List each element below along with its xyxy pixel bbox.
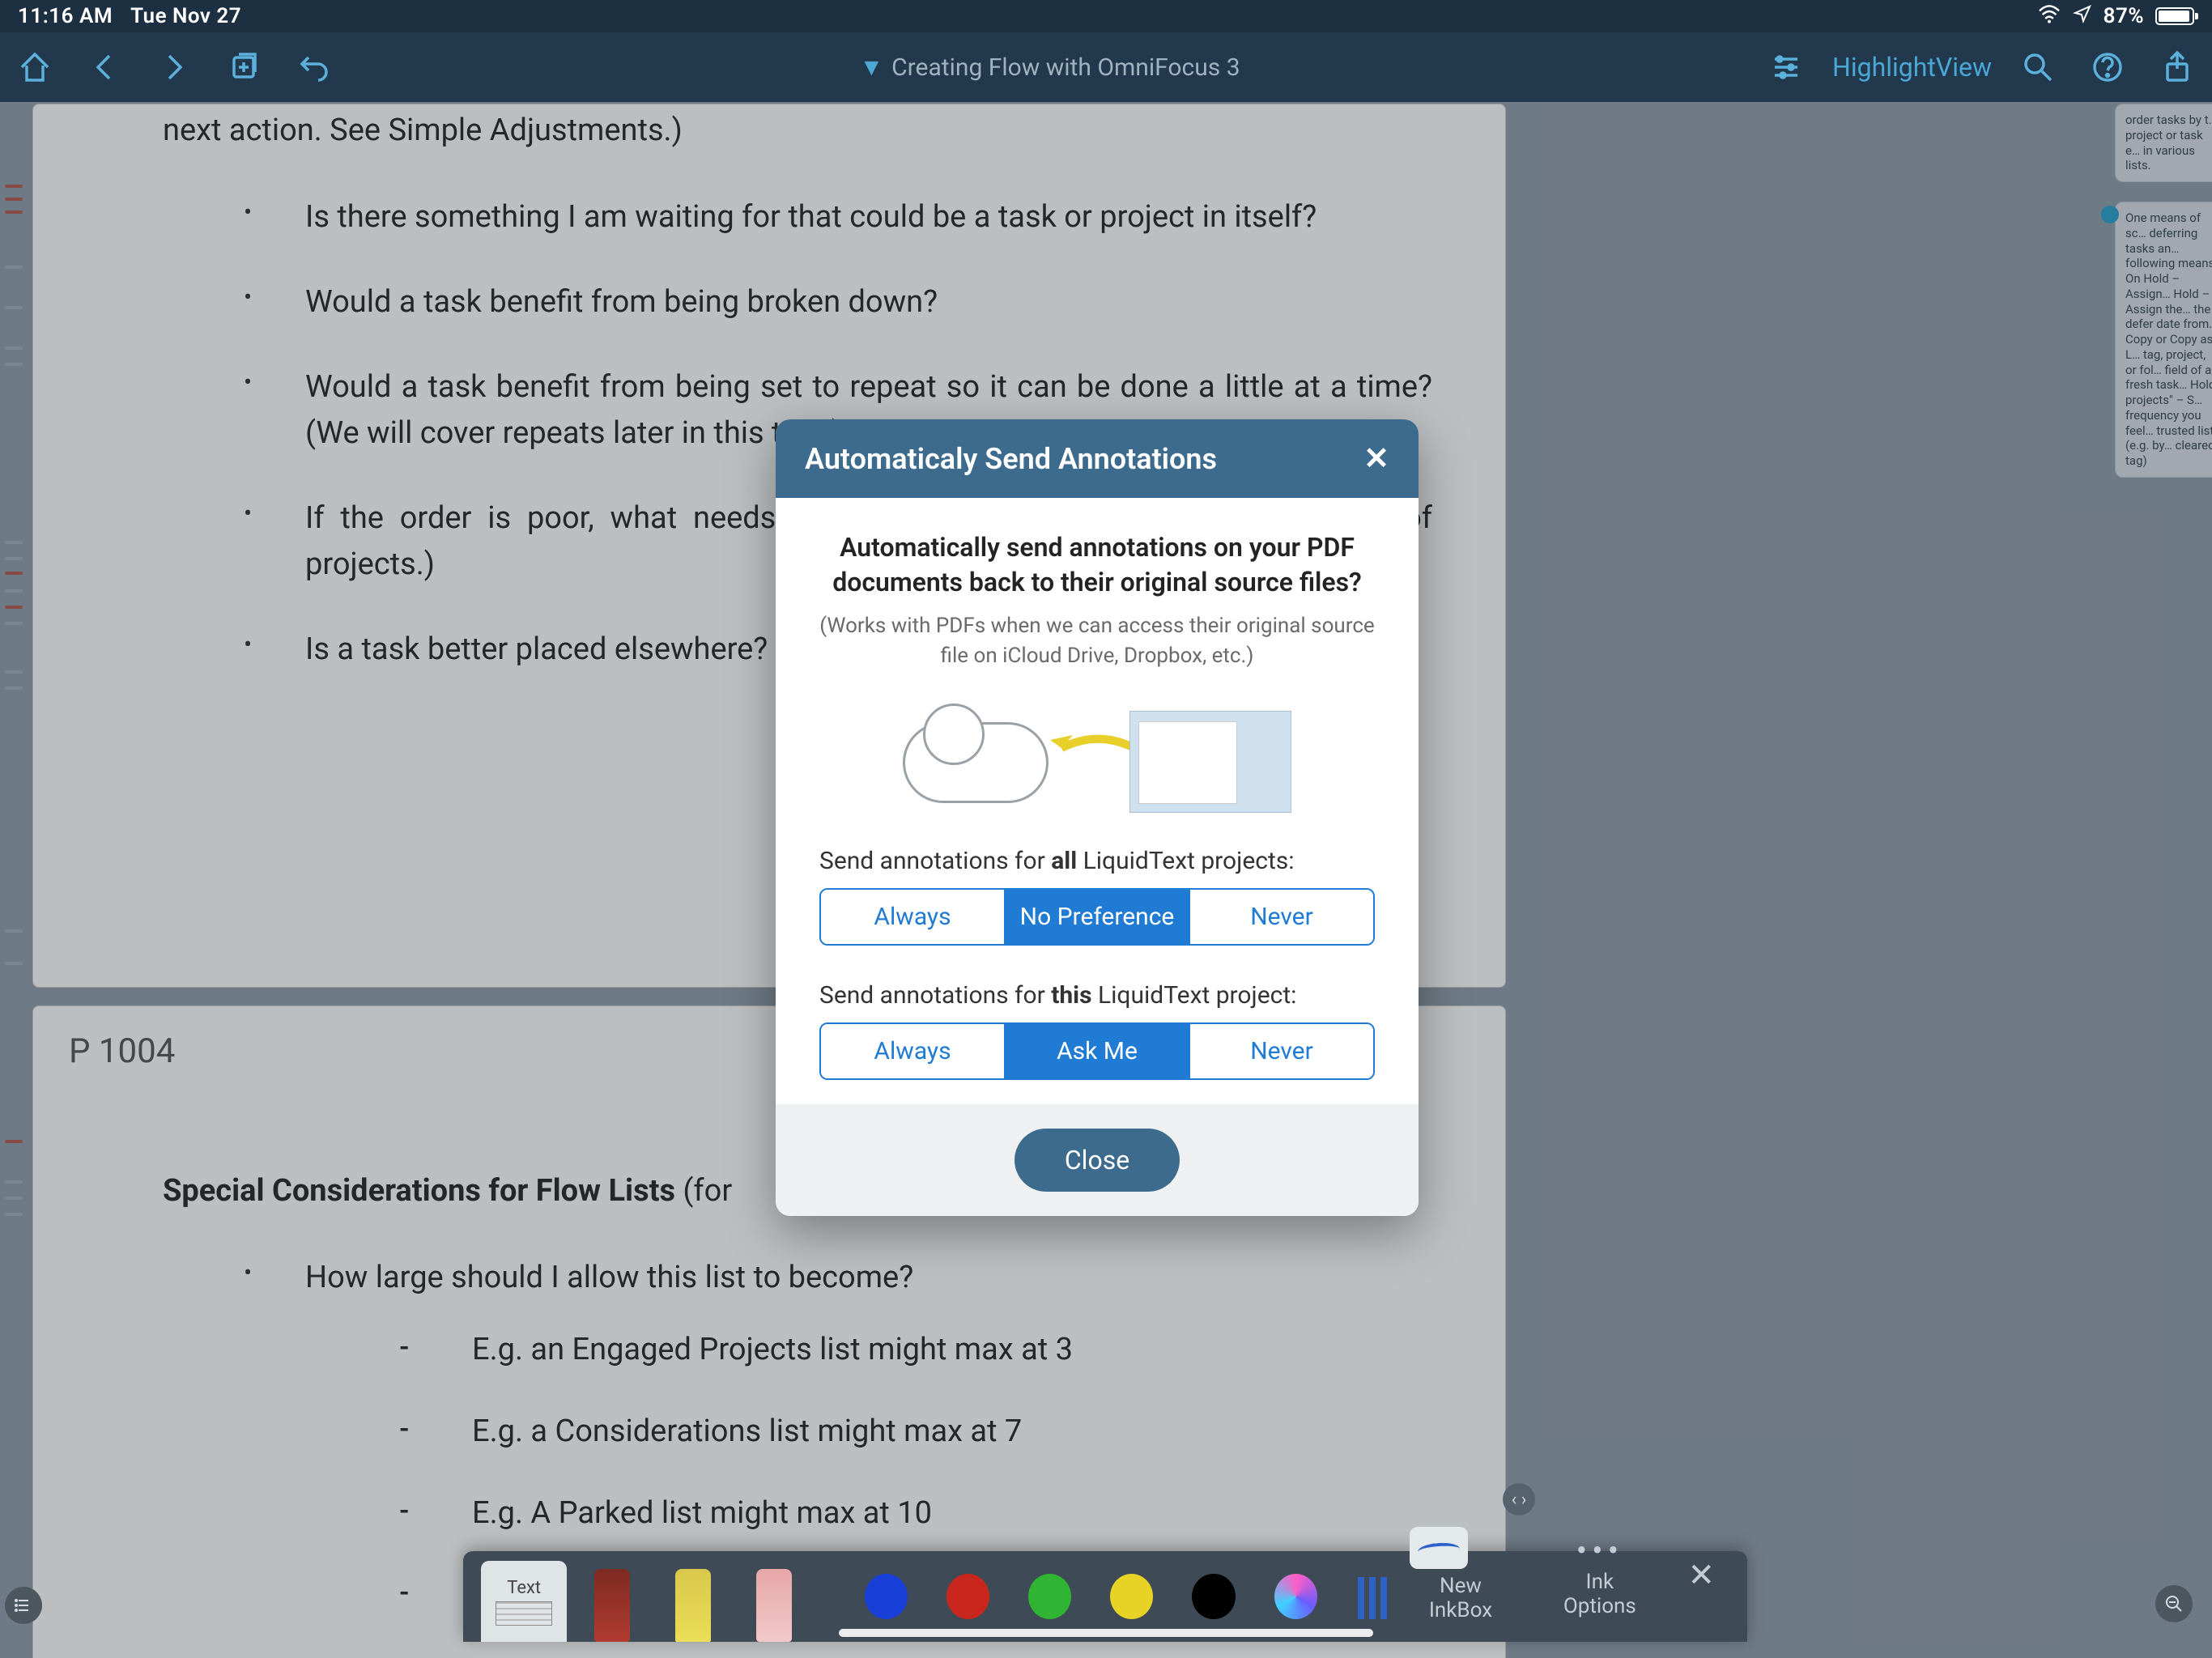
battery-percent: 87% xyxy=(2104,4,2144,28)
highlight-view-button[interactable]: HighlightView xyxy=(1821,52,2003,83)
color-red[interactable] xyxy=(946,1574,989,1619)
page-minimap[interactable] xyxy=(0,104,28,1658)
status-time: 11:16 AM xyxy=(18,4,113,28)
seg2-never[interactable]: Never xyxy=(1189,1024,1373,1078)
pen-tool[interactable] xyxy=(594,1569,630,1642)
seg2-always[interactable]: Always xyxy=(821,1024,1004,1078)
workspace-notes[interactable]: order tasks by t… project or task e… in … xyxy=(2115,104,2212,497)
battery-icon xyxy=(2155,7,2194,25)
wifi-icon xyxy=(2037,4,2061,29)
highlighter-tool[interactable] xyxy=(675,1569,711,1642)
close-inkbar-button[interactable]: ✕ xyxy=(1687,1556,1715,1594)
page-number: P 1004 xyxy=(69,1026,175,1077)
color-picker[interactable] xyxy=(1274,1574,1317,1619)
search-button[interactable] xyxy=(2003,32,2073,102)
seg-all-projects: Always No Preference Never xyxy=(819,888,1375,946)
seg1-no-preference[interactable]: No Preference xyxy=(1004,890,1189,944)
home-indicator xyxy=(839,1629,1373,1637)
add-document-button[interactable] xyxy=(209,32,279,102)
dialog-title: Automaticaly Send Annotations xyxy=(805,442,1363,476)
pane-resize-handle[interactable]: ‹ › xyxy=(1503,1483,1535,1516)
status-date: Tue Nov 27 xyxy=(130,4,241,28)
color-blue[interactable] xyxy=(865,1574,908,1619)
body-text: Would a task benefit from being broken d… xyxy=(244,279,1432,325)
home-button[interactable] xyxy=(0,32,70,102)
back-button[interactable] xyxy=(70,32,139,102)
send-annotations-dialog: Automaticaly Send Annotations ✕ Automati… xyxy=(776,419,1419,1216)
section-heading: Special Considerations for Flow Lists xyxy=(163,1173,675,1209)
body-text: E.g. A Parked list might max at 10 xyxy=(399,1490,1432,1537)
new-inkbox-label: New InkBox xyxy=(1410,1574,1512,1622)
link-icon xyxy=(2101,206,2119,223)
filter-icon[interactable] xyxy=(1751,32,1821,102)
seg1-label: Send annotations for all LiquidText proj… xyxy=(819,847,1375,875)
ink-options-label: Ink Options xyxy=(1551,1570,1648,1618)
color-yellow[interactable] xyxy=(1110,1574,1153,1619)
close-icon[interactable]: ✕ xyxy=(1363,440,1389,477)
dialog-lead: Automatically send annotations on your P… xyxy=(819,530,1375,600)
stroke-width-picker[interactable] xyxy=(1358,1577,1389,1619)
document-title[interactable]: ▼Creating Flow with OmniFocus 3 xyxy=(348,53,1751,82)
new-inkbox-icon[interactable] xyxy=(1410,1527,1468,1569)
excerpt-card[interactable]: order tasks by t… project or task e… in … xyxy=(2115,104,2212,182)
body-text: E.g. a Considerations list might max at … xyxy=(399,1409,1432,1455)
eraser-tool[interactable] xyxy=(756,1569,792,1642)
undo-button[interactable] xyxy=(279,32,348,102)
help-button[interactable] xyxy=(2073,32,2142,102)
share-button[interactable] xyxy=(2142,32,2212,102)
body-text: next action. See Simple Adjustments.) xyxy=(163,108,1432,154)
app-toolbar: ▼Creating Flow with OmniFocus 3 Highligh… xyxy=(0,32,2212,102)
seg1-never[interactable]: Never xyxy=(1189,890,1373,944)
color-green[interactable] xyxy=(1028,1574,1071,1619)
more-icon[interactable]: ••• xyxy=(1551,1532,1648,1570)
body-text: E.g. an Engaged Projects list might max … xyxy=(399,1327,1432,1373)
status-bar: 11:16 AM Tue Nov 27 87% xyxy=(0,0,2212,32)
location-icon xyxy=(2073,4,2092,29)
seg-this-project: Always Ask Me Never xyxy=(819,1022,1375,1080)
dialog-illustration xyxy=(903,706,1291,811)
seg2-ask-me[interactable]: Ask Me xyxy=(1004,1024,1189,1078)
forward-button[interactable] xyxy=(139,32,209,102)
text-tool[interactable]: Text xyxy=(481,1561,567,1642)
body-text: Is there something I am waiting for that… xyxy=(244,194,1432,240)
zoom-out-button[interactable] xyxy=(2155,1585,2193,1622)
close-button[interactable]: Close xyxy=(1015,1129,1180,1192)
dropdown-icon: ▼ xyxy=(859,53,883,82)
seg1-always[interactable]: Always xyxy=(821,890,1004,944)
color-black[interactable] xyxy=(1192,1574,1235,1619)
toc-button[interactable] xyxy=(5,1587,42,1624)
excerpt-card[interactable]: One means of sc… deferring tasks an… fol… xyxy=(2115,202,2212,478)
seg2-label: Send annotations for this LiquidText pro… xyxy=(819,981,1375,1010)
dialog-sublead: (Works with PDFs when we can access thei… xyxy=(819,611,1375,670)
